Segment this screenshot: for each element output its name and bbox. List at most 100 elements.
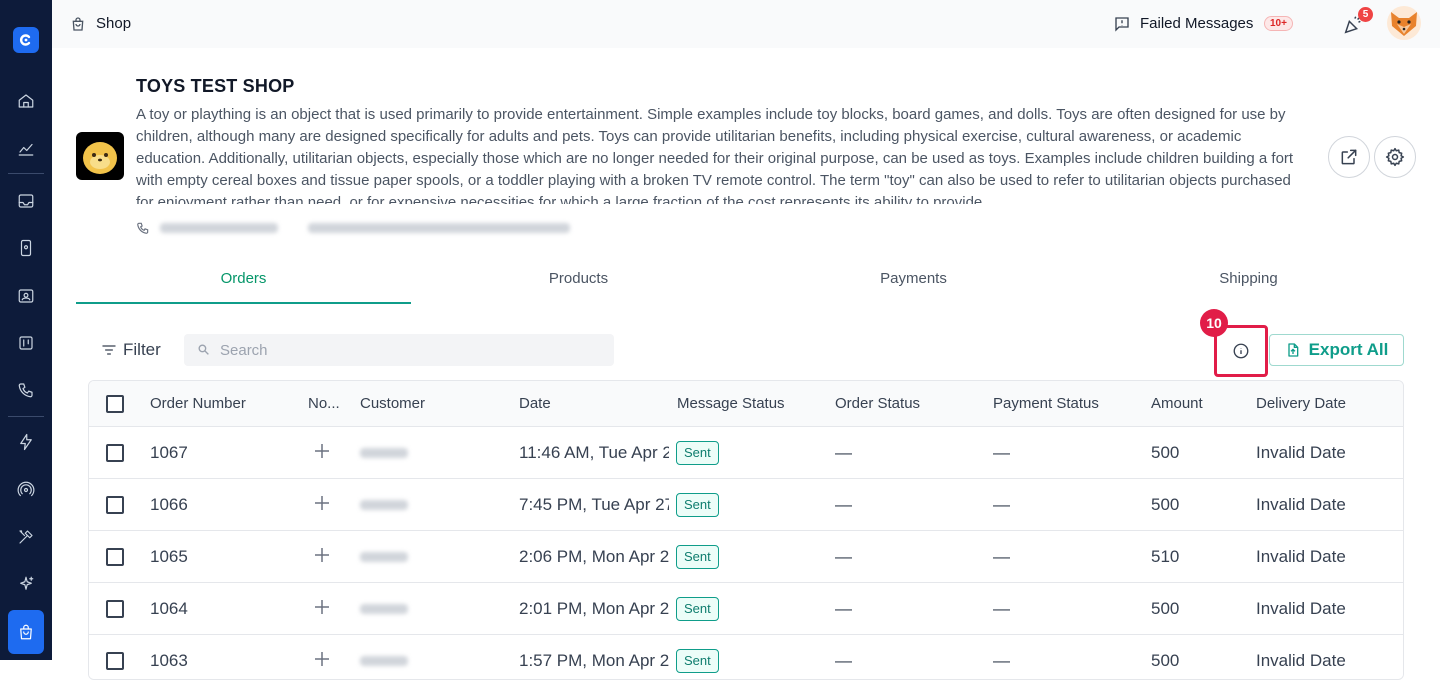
filter-button[interactable]: Filter	[101, 340, 161, 360]
table-row[interactable]: 1065 2:06 PM, Mon Apr 2 Sent — — 510 Inv…	[89, 531, 1403, 583]
delivery-date: Invalid Date	[1256, 443, 1346, 462]
plus-icon[interactable]	[315, 652, 329, 666]
failed-messages-link[interactable]: Failed Messages	[1140, 15, 1253, 32]
payment-status: —	[993, 495, 1010, 514]
phone-icon	[137, 222, 149, 234]
filter-label: Filter	[123, 340, 161, 359]
customer-name	[360, 552, 408, 562]
order-number[interactable]: 1064	[150, 599, 188, 619]
plus-icon[interactable]	[315, 444, 329, 458]
column-header[interactable]: Customer	[360, 395, 425, 412]
export-all-button[interactable]: Export All	[1269, 334, 1404, 366]
table-row[interactable]: 1063 1:57 PM, Mon Apr 2 Sent — — 500 Inv…	[89, 635, 1403, 679]
column-header[interactable]: Payment Status	[993, 395, 1099, 412]
plus-icon[interactable]	[315, 496, 329, 510]
sidebar-divider	[8, 416, 44, 417]
table-row[interactable]: 1064 2:01 PM, Mon Apr 2 Sent — — 500 Inv…	[89, 583, 1403, 635]
status-badge: Sent	[676, 493, 719, 517]
shop-icon[interactable]	[8, 610, 44, 654]
delivery-date: Invalid Date	[1256, 547, 1346, 566]
delivery-date: Invalid Date	[1256, 599, 1346, 618]
logo-icon[interactable]	[13, 27, 39, 53]
search-icon	[198, 344, 209, 355]
export-file-icon	[1288, 343, 1299, 357]
tab-products[interactable]: Products	[411, 258, 746, 304]
order-date: 11:46 AM, Tue Apr 2	[519, 443, 669, 462]
phone-icon[interactable]	[10, 374, 42, 406]
customer-name	[360, 448, 408, 458]
avatar[interactable]	[1387, 6, 1421, 40]
board-icon[interactable]	[10, 327, 42, 359]
tab-orders[interactable]: Orders	[76, 258, 411, 304]
amount: 500	[1151, 651, 1180, 670]
order-number[interactable]: 1066	[150, 495, 188, 515]
info-icon[interactable]	[1232, 342, 1250, 360]
column-header[interactable]: Amount	[1151, 395, 1203, 412]
order-date: 2:01 PM, Mon Apr 2	[519, 599, 669, 618]
payment-status: —	[993, 651, 1010, 670]
sparkle-icon[interactable]	[10, 568, 42, 600]
plus-icon[interactable]	[315, 600, 329, 614]
column-header[interactable]: No...	[308, 395, 340, 412]
column-header[interactable]: Delivery Date	[1256, 395, 1346, 412]
table-row[interactable]: 1066 7:45 PM, Tue Apr 27 Sent — — 500 In…	[89, 479, 1403, 531]
amount: 500	[1151, 599, 1180, 618]
gear-icon	[1385, 147, 1405, 167]
amount: 500	[1151, 495, 1180, 514]
order-status: —	[835, 443, 852, 462]
order-date: 2:06 PM, Mon Apr 2	[519, 547, 669, 566]
row-checkbox[interactable]	[106, 652, 124, 670]
tab-payments[interactable]: Payments	[746, 258, 1081, 304]
table-header: Order Number No... Customer Date Message…	[89, 381, 1403, 427]
blurred-phone	[160, 223, 278, 233]
tools-icon[interactable]	[10, 521, 42, 553]
order-number[interactable]: 1063	[150, 651, 188, 671]
inbox-icon[interactable]	[10, 185, 42, 217]
payment-status: —	[993, 599, 1010, 618]
shop-description: A toy or plaything is an object that is …	[136, 106, 1294, 204]
select-all-checkbox[interactable]	[106, 395, 124, 413]
plus-icon[interactable]	[315, 548, 329, 562]
row-checkbox[interactable]	[106, 600, 124, 618]
order-number[interactable]: 1067	[150, 443, 188, 463]
row-checkbox[interactable]	[106, 444, 124, 462]
top-bar: Shop Failed Messages 10+ 5	[52, 0, 1440, 48]
table-row[interactable]: 1067 11:46 AM, Tue Apr 2 Sent — — 500 In…	[89, 427, 1403, 479]
column-header[interactable]: Date	[519, 395, 551, 412]
broadcast-icon[interactable]	[10, 474, 42, 506]
tab-shipping[interactable]: Shipping	[1081, 258, 1416, 304]
contacts-icon[interactable]	[10, 280, 42, 312]
order-status: —	[835, 547, 852, 566]
order-status: —	[835, 651, 852, 670]
delivery-date: Invalid Date	[1256, 651, 1346, 670]
amount: 500	[1151, 443, 1180, 462]
delivery-date: Invalid Date	[1256, 495, 1346, 514]
shop-title: TOYS TEST SHOP	[136, 76, 295, 96]
export-all-label: Export All	[1308, 340, 1389, 359]
blurred-email	[308, 223, 570, 233]
row-checkbox[interactable]	[106, 496, 124, 514]
notifications-badge: 5	[1358, 7, 1373, 22]
shop-settings-button[interactable]	[1374, 136, 1416, 178]
message-alert-icon[interactable]	[1113, 15, 1131, 33]
analytics-icon[interactable]	[10, 133, 42, 165]
row-checkbox[interactable]	[106, 548, 124, 566]
tab-bar: Orders Products Payments Shipping	[76, 258, 1416, 304]
device-icon[interactable]	[10, 232, 42, 264]
column-header[interactable]: Message Status	[677, 395, 785, 412]
annotation-marker: 10	[1200, 309, 1228, 337]
open-external-button[interactable]	[1328, 136, 1370, 178]
filter-icon	[102, 345, 116, 355]
shop-logo	[76, 132, 124, 180]
search-input[interactable]	[220, 334, 600, 366]
breadcrumb: Shop	[96, 15, 132, 32]
flash-icon[interactable]	[10, 426, 42, 458]
order-number[interactable]: 1065	[150, 547, 188, 567]
column-header[interactable]: Order Status	[835, 395, 920, 412]
status-badge: Sent	[676, 597, 719, 621]
column-header[interactable]: Order Number	[150, 395, 246, 412]
status-badge: Sent	[676, 545, 719, 569]
sidebar-divider	[8, 173, 44, 174]
shop-bag-icon	[72, 17, 84, 31]
home-icon[interactable]	[10, 85, 42, 117]
